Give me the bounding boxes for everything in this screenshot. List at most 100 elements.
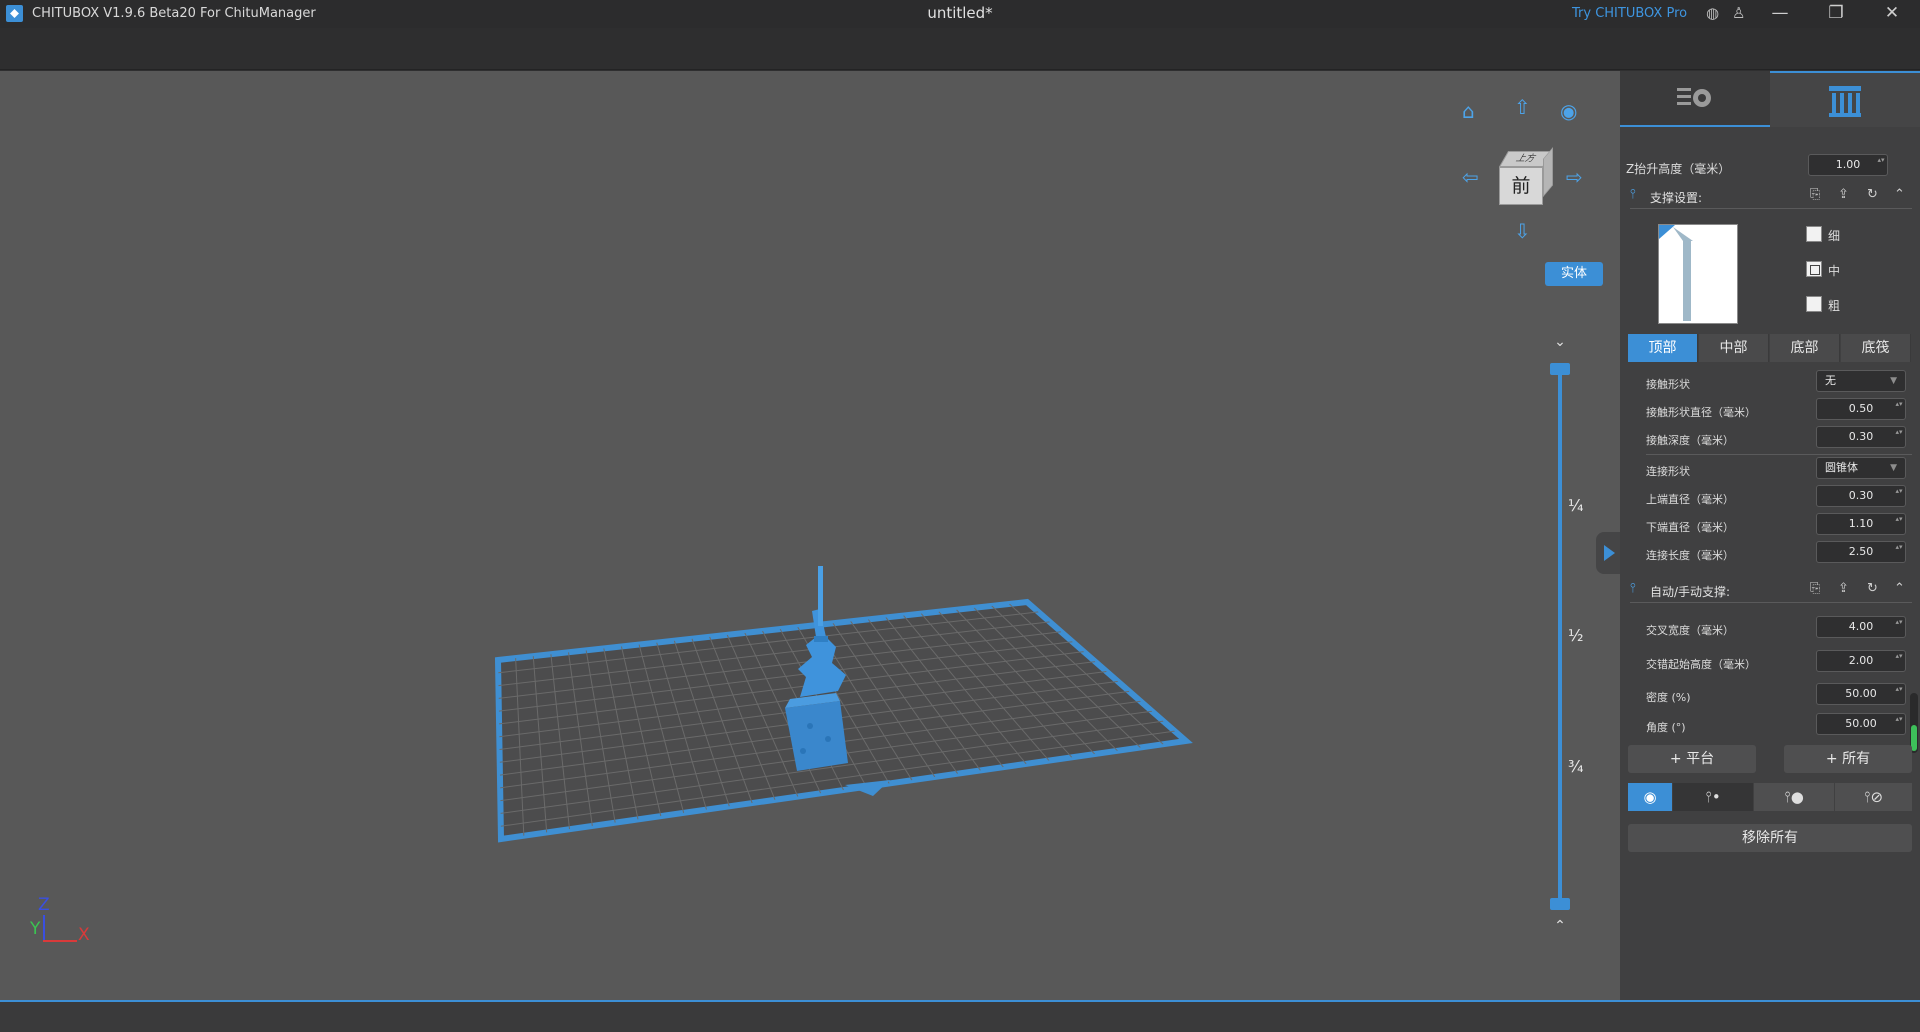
restore-button[interactable]: ❐ [1816, 0, 1856, 28]
field-contact-diameter: 接触形状直径（毫米） 0.50 [1620, 398, 1920, 424]
layer-slider-bottom-handle[interactable] [1550, 898, 1570, 910]
density-label: 密度 (%) [1646, 691, 1691, 704]
density-medium-label: 中 [1828, 264, 1841, 278]
contact-depth-input[interactable]: 0.30 [1816, 426, 1906, 448]
connection-shape-select[interactable]: 圆锥体 [1816, 457, 1906, 479]
minimize-button[interactable]: — [1760, 0, 1800, 28]
app-logo-icon [6, 5, 23, 22]
try-pro-link[interactable]: Try CHITUBOX Pro [1572, 6, 1687, 21]
eye-icon[interactable]: ◉ [1560, 101, 1577, 121]
view-cube-front[interactable]: 前 [1499, 167, 1543, 205]
support-preview-image [1658, 224, 1738, 324]
upper-diameter-label: 上端直径（毫米） [1646, 493, 1734, 506]
density-input[interactable]: 50.00 [1816, 683, 1906, 705]
reset-icon[interactable]: ↻ [1867, 187, 1878, 202]
import-preset-icon[interactable]: ⎘ [1810, 187, 1820, 202]
reset-icon[interactable]: ↻ [1867, 581, 1878, 596]
connection-shape-label: 连接形状 [1646, 465, 1690, 478]
z-lift-input[interactable]: 1.00 [1808, 154, 1888, 176]
home-view-icon[interactable]: ⌂ [1462, 101, 1475, 121]
field-contact-depth: 接触深度（毫米） 0.30 [1620, 426, 1920, 452]
app-name: CHITUBOX V1.9.6 Beta20 For ChituManager [32, 6, 316, 21]
manual-remove-support-button[interactable]: ⫯⊘ [1835, 783, 1912, 811]
auto-manual-header: ⫯ 自动/手动支撑: ⎘ ⇪ ↻ ⌃ [1630, 579, 1912, 603]
tab-bottom[interactable]: 底部 [1770, 334, 1840, 362]
slider-up-chevron-icon[interactable]: ⌃ [1550, 918, 1570, 934]
divider [1646, 454, 1912, 455]
support-remove-icon: ⫯⊘ [1863, 788, 1884, 806]
view-cube[interactable]: 上方 前 [1497, 147, 1553, 207]
layer-mark-three-quarter: ¾ [1568, 757, 1584, 776]
contact-depth-label: 接触深度（毫米） [1646, 434, 1734, 447]
support-preview-drawing [1659, 225, 1693, 321]
auto-manual-title: 自动/手动支撑: [1650, 585, 1731, 599]
support-panel: Z抬升高度（毫米） 1.00 ⫯ 支撑设置: ⎘ ⇪ ↻ ⌃ 细 中 粗 顶部 … [1620, 71, 1920, 1000]
contact-shape-select[interactable]: 无 [1816, 370, 1906, 392]
density-fine-checkbox[interactable] [1806, 226, 1822, 242]
cross-start-height-input[interactable]: 2.00 [1816, 650, 1906, 672]
connection-length-label: 连接长度（毫米） [1646, 549, 1734, 562]
tab-top[interactable]: 顶部 [1628, 334, 1698, 362]
close-button[interactable]: ✕ [1872, 0, 1912, 28]
rotate-left-icon[interactable]: ⇦ [1462, 167, 1479, 187]
angle-input[interactable]: 50.00 [1816, 713, 1906, 735]
field-contact-shape: 接触形状 无 [1620, 370, 1920, 396]
tab-print-settings[interactable] [1620, 71, 1770, 127]
panel-scrollbar[interactable] [1910, 693, 1918, 753]
globe-icon[interactable]: ◍ [1706, 4, 1719, 22]
supports-pillar-icon [1829, 86, 1861, 117]
export-preset-icon[interactable]: ⇪ [1838, 187, 1849, 202]
tab-raft[interactable]: 底筏 [1841, 334, 1911, 362]
contact-shape-label: 接触形状 [1646, 378, 1690, 391]
manual-add-support-button[interactable]: ⫯• [1673, 783, 1753, 811]
auto-support-icon: ⫯ [1630, 581, 1636, 596]
add-all-supports-button[interactable]: + 所有 [1784, 745, 1912, 773]
axis-indicator: Z Y X [28, 895, 98, 955]
rotate-down-icon[interactable]: ⇩ [1514, 221, 1531, 241]
toolbar [0, 28, 1920, 70]
slider-down-chevron-icon[interactable]: ⌄ [1550, 334, 1570, 350]
rotate-up-icon[interactable]: ⇧ [1514, 97, 1531, 117]
lower-diameter-input[interactable]: 1.10 [1816, 513, 1906, 535]
collapse-chevron-icon[interactable]: ⌃ [1894, 581, 1905, 596]
import-preset-icon[interactable]: ⎘ [1810, 581, 1820, 596]
axis-z-label: Z [38, 895, 50, 915]
tab-middle[interactable]: 中部 [1699, 334, 1769, 362]
z-lift-label: Z抬升高度（毫米） [1626, 162, 1731, 176]
field-cross-width: 交叉宽度（毫米） 4.00 [1620, 616, 1920, 642]
density-medium-checkbox[interactable] [1806, 261, 1822, 277]
connection-length-input[interactable]: 2.50 [1816, 541, 1906, 563]
z-lift-row: Z抬升高度（毫米） 1.00 [1620, 154, 1920, 180]
status-bar [0, 1000, 1920, 1032]
panel-collapse-toggle[interactable] [1596, 532, 1620, 574]
collapse-chevron-icon[interactable]: ⌃ [1894, 187, 1905, 202]
export-preset-icon[interactable]: ⇪ [1838, 581, 1849, 596]
remove-all-supports-button[interactable]: 移除所有 [1628, 824, 1912, 852]
rotate-right-icon[interactable]: ⇨ [1566, 167, 1583, 187]
build-plate-scene [494, 566, 1193, 843]
manual-edit-support-button[interactable]: ⫯● [1754, 783, 1834, 811]
3d-viewport[interactable]: ⌂ ⇧ ◉ ⇦ ⇨ ⇩ [0, 71, 1620, 1000]
eye-icon: ◉ [1643, 788, 1657, 806]
lower-diameter-label: 下端直径（毫米） [1646, 521, 1734, 534]
field-lower-diameter: 下端直径（毫米） 1.10 [1620, 513, 1920, 539]
cross-width-input[interactable]: 4.00 [1816, 616, 1906, 638]
field-density: 密度 (%) 50.00 [1620, 683, 1920, 709]
settings-gear-icon [1677, 88, 1711, 107]
layer-slider-top-handle[interactable] [1550, 363, 1570, 375]
tab-supports[interactable] [1770, 71, 1920, 127]
field-cross-start-height: 交错起始高度（毫米） 2.00 [1620, 650, 1920, 676]
user-icon[interactable]: ♙ [1732, 4, 1745, 22]
upper-diameter-input[interactable]: 0.30 [1816, 485, 1906, 507]
support-part-tabs: 顶部 中部 底部 底筏 [1628, 334, 1912, 362]
render-mode-button[interactable]: 实体 [1545, 262, 1603, 286]
toggle-visibility-button[interactable]: ◉ [1628, 783, 1672, 811]
contact-diameter-input[interactable]: 0.50 [1816, 398, 1906, 420]
support-settings-header: ⫯ 支撑设置: ⎘ ⇪ ↻ ⌃ [1630, 185, 1912, 209]
density-coarse-checkbox[interactable] [1806, 296, 1822, 312]
axis-x-label: X [78, 925, 90, 945]
layer-slider-track[interactable] [1558, 368, 1562, 904]
field-connection-length: 连接长度（毫米） 2.50 [1620, 541, 1920, 567]
density-fine-label: 细 [1828, 229, 1841, 243]
add-platform-supports-button[interactable]: + 平台 [1628, 745, 1756, 773]
